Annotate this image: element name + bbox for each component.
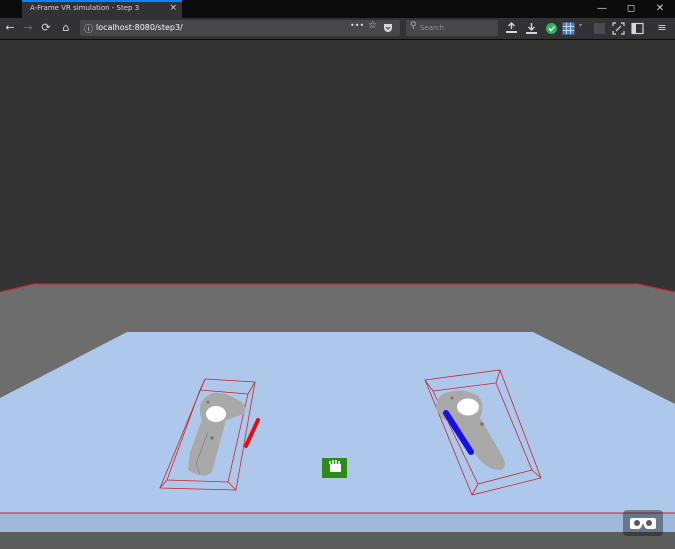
tab-active[interactable]: A-Frame VR simulation - Step 3 ×: [22, 0, 182, 18]
floor-edge: [0, 532, 675, 549]
reload-icon[interactable]: ⟳: [38, 20, 54, 36]
tab-bar: A-Frame VR simulation - Step 3 × — ◻ ✕: [0, 0, 675, 18]
search-input[interactable]: [420, 22, 492, 33]
left-menu-button-icon: [210, 436, 214, 440]
hand-cursor-icon: [330, 464, 341, 472]
extension-green-icon[interactable]: [545, 22, 558, 35]
right-system-button-icon: [450, 396, 454, 400]
enter-vr-button[interactable]: [623, 510, 663, 536]
maximize-icon[interactable]: ◻: [619, 0, 643, 18]
navigation-toolbar: ← → ⟳ ⌂ ⓘ localhost:8080/step3/ ••• ☆ ⚲ …: [0, 18, 675, 40]
close-window-icon[interactable]: ✕: [648, 0, 672, 18]
url-text[interactable]: localhost:8080/step3/: [96, 23, 183, 32]
right-trackpad: [457, 398, 479, 416]
minimize-icon[interactable]: —: [590, 0, 614, 18]
info-icon[interactable]: ⓘ: [84, 22, 93, 35]
url-bar[interactable]: ⓘ localhost:8080/step3/ ••• ☆: [80, 20, 400, 36]
back-icon[interactable]: ←: [2, 20, 18, 36]
overflow-chevron-icon[interactable]: ▾: [579, 22, 582, 29]
vr-scene-canvas[interactable]: [0, 40, 675, 549]
vr-goggles-icon: [630, 518, 656, 529]
forward-icon[interactable]: →: [20, 20, 36, 36]
bookmark-star-icon[interactable]: ☆: [368, 20, 377, 31]
tab-close-icon[interactable]: ×: [169, 3, 177, 13]
library-icon[interactable]: [505, 22, 518, 35]
extension-dark-icon[interactable]: [593, 22, 606, 35]
left-trackpad: [206, 406, 226, 422]
sidebar-icon[interactable]: [631, 22, 644, 35]
home-icon[interactable]: ⌂: [58, 20, 74, 36]
extension-grid-icon[interactable]: [562, 22, 575, 35]
left-system-button-icon: [206, 400, 210, 404]
menu-icon[interactable]: ≡: [654, 20, 670, 36]
downloads-icon[interactable]: [525, 22, 538, 35]
search-icon: ⚲: [410, 21, 417, 31]
right-menu-button-icon: [480, 422, 484, 426]
page-actions-icon[interactable]: •••: [350, 21, 364, 30]
screenshot-icon[interactable]: [612, 22, 625, 35]
grab-marker[interactable]: [322, 458, 347, 478]
pocket-icon[interactable]: [383, 23, 393, 33]
tab-title: A-Frame VR simulation - Step 3: [30, 4, 140, 12]
search-bar[interactable]: ⚲: [406, 20, 498, 36]
